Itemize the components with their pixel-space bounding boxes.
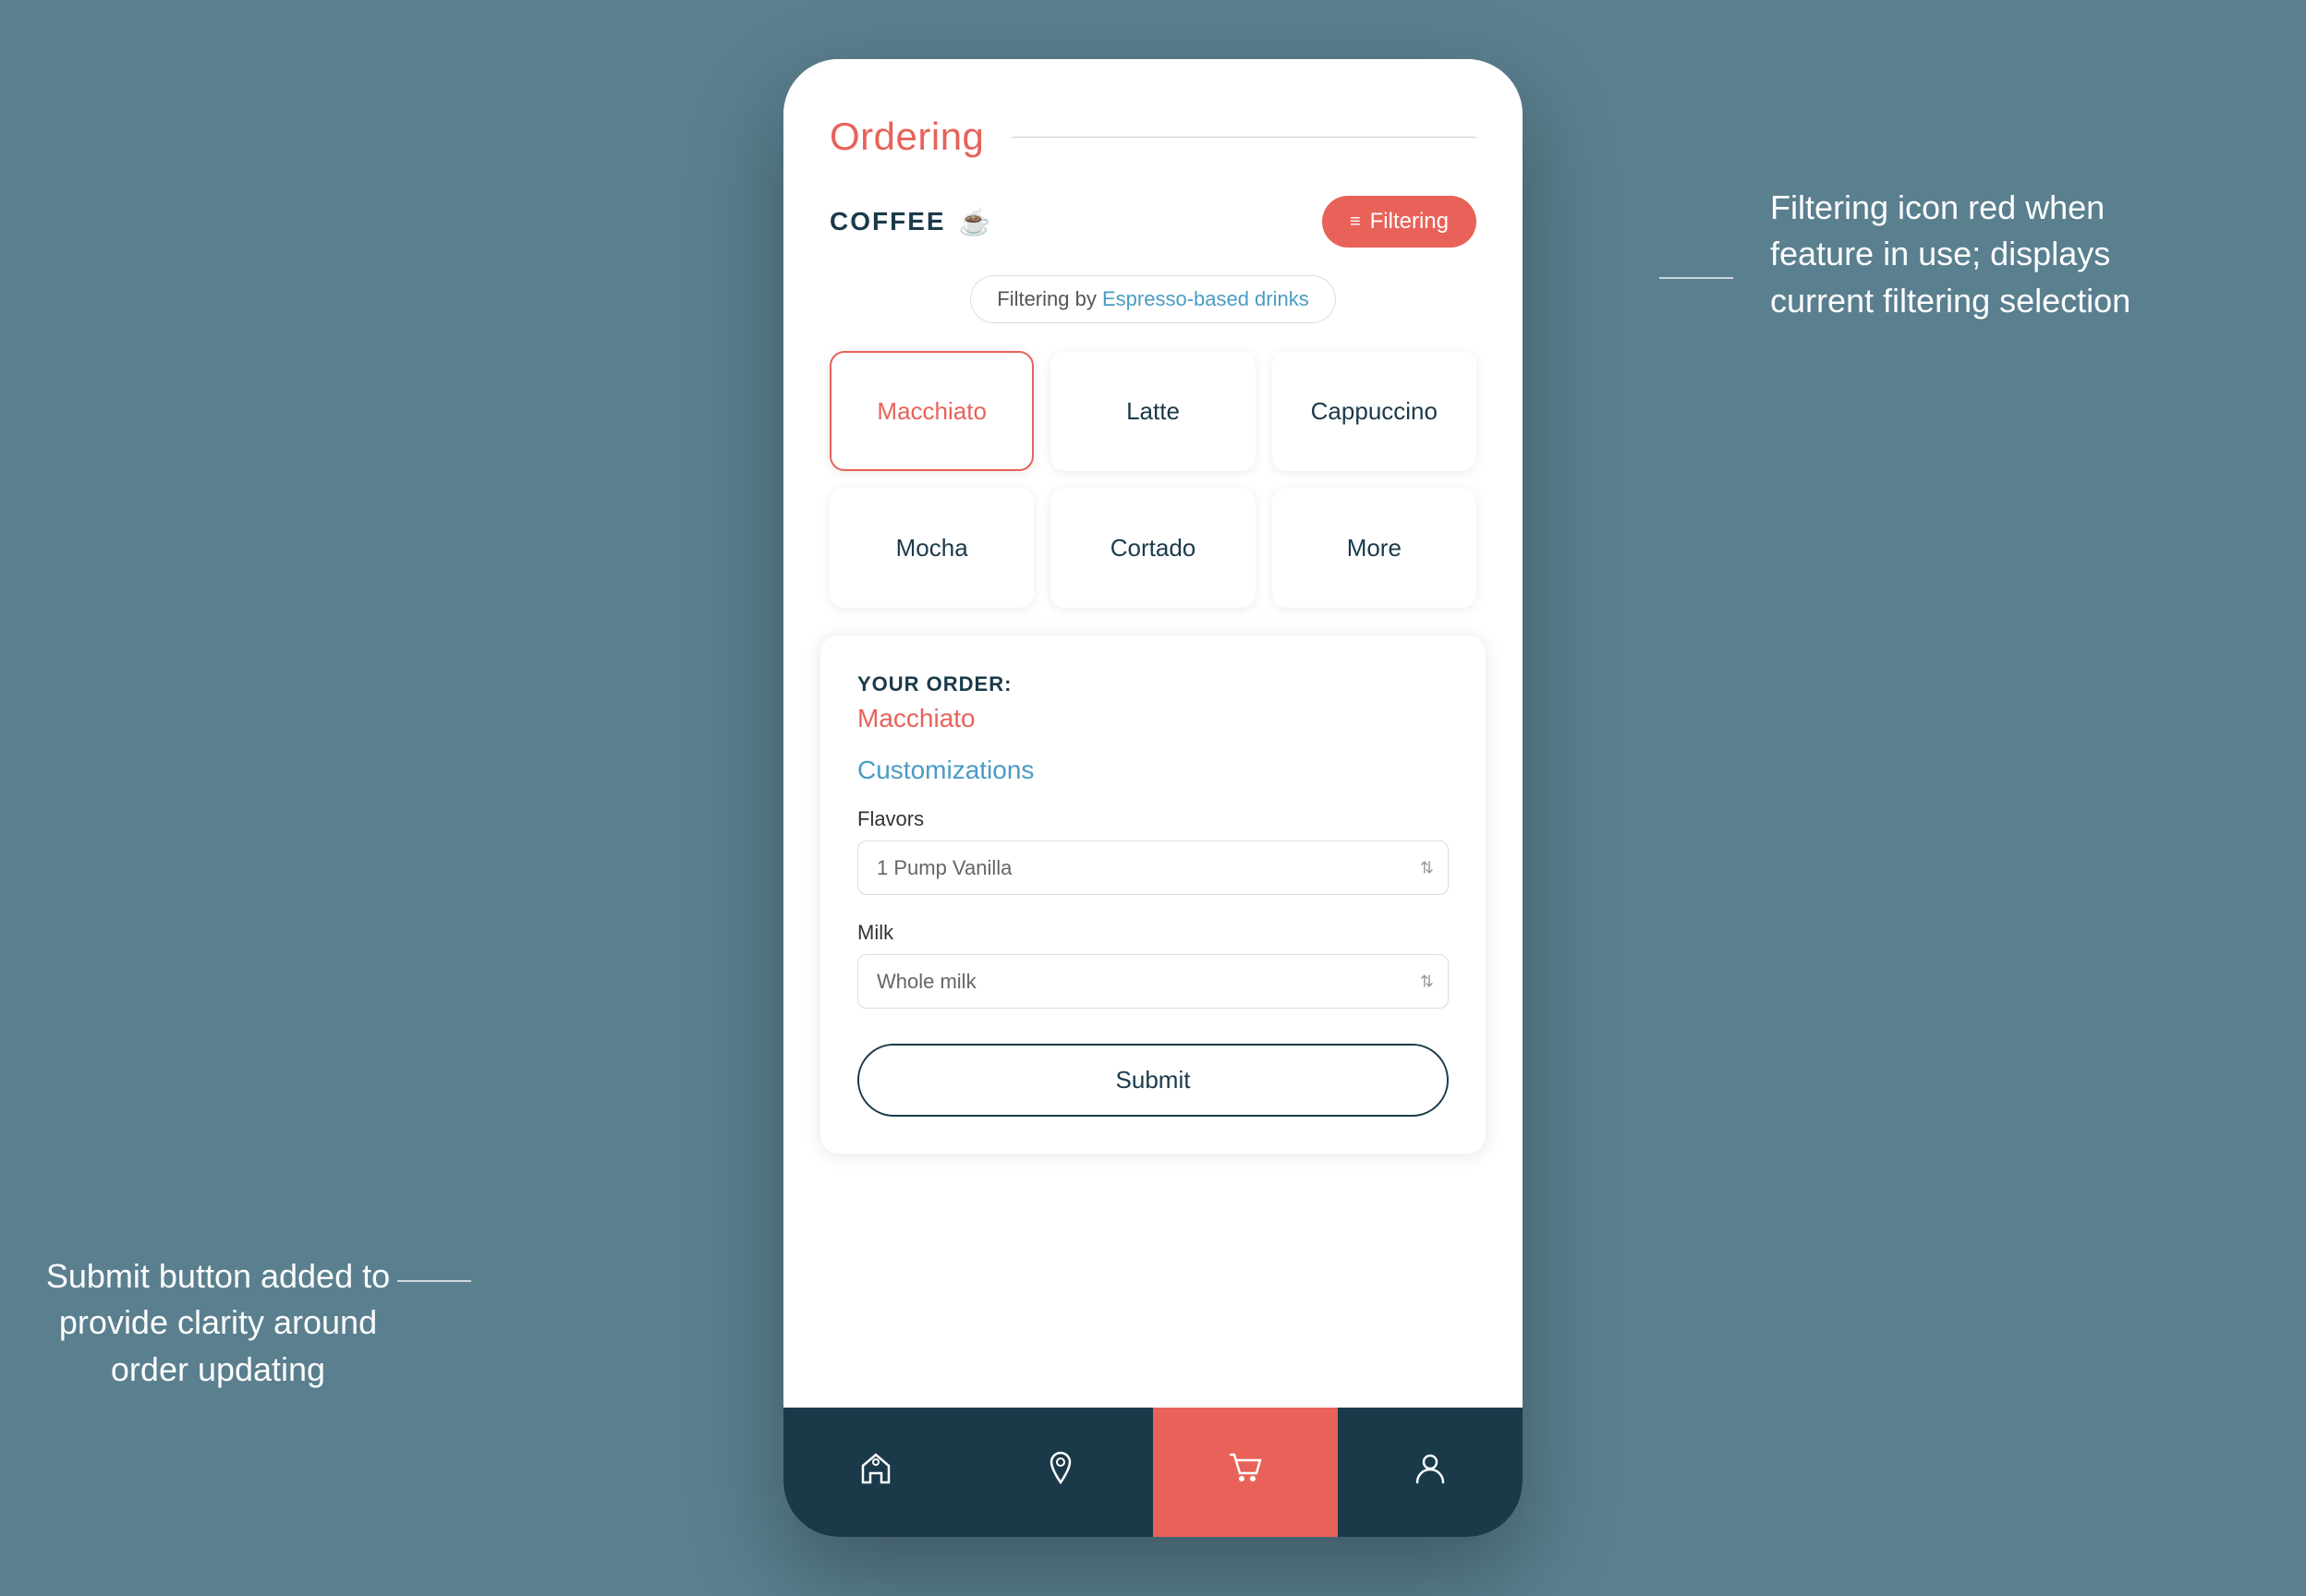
coffee-row: COFFEE ☕ ≡ Filtering [830, 196, 1476, 248]
coffee-label: COFFEE ☕ [830, 207, 992, 237]
profile-icon [1410, 1447, 1450, 1498]
nav-item-cart[interactable] [1153, 1408, 1338, 1537]
location-icon [1040, 1447, 1081, 1498]
cart-icon [1225, 1447, 1266, 1498]
drink-card-mocha[interactable]: Mocha [830, 488, 1034, 608]
coffee-text: COFFEE [830, 207, 946, 236]
ordering-divider [1012, 137, 1476, 138]
drink-card-cortado[interactable]: Cortado [1050, 488, 1255, 608]
filter-button-label: Filtering [1370, 209, 1449, 235]
flavors-wrapper: 1 Pump Vanilla ⇅ [857, 840, 1449, 895]
filter-button[interactable]: ≡ Filtering [1322, 196, 1476, 248]
order-item: Macchiato [857, 704, 1449, 733]
home-icon [856, 1447, 896, 1498]
submit-button[interactable]: Submit [857, 1044, 1449, 1117]
scene: Submit button added to provide clarity a… [0, 0, 2306, 1596]
annotation-right: Filtering icon red when feature in use; … [1770, 185, 2177, 324]
drink-card-more[interactable]: More [1272, 488, 1476, 608]
customizations-title: Customizations [857, 756, 1449, 785]
order-panel: YOUR ORDER: Macchiato Customizations Fla… [820, 635, 1486, 1154]
ordering-header: Ordering [830, 115, 1476, 159]
drink-grid: MacchiatoLatteCappuccino MochaCortadoMore [830, 351, 1476, 608]
milk-select[interactable]: Whole milk [857, 954, 1449, 1009]
flavors-label: Flavors [857, 807, 1449, 831]
ordering-title: Ordering [830, 115, 984, 159]
bottom-nav [783, 1408, 1523, 1537]
filter-value: Espresso-based drinks [1102, 287, 1309, 310]
phone: Ordering COFFEE ☕ ≡ Filtering Filtering … [783, 59, 1523, 1537]
milk-wrapper: Whole milk ⇅ [857, 954, 1449, 1009]
drink-card-macchiato[interactable]: Macchiato [830, 351, 1034, 471]
drink-card-cappuccino[interactable]: Cappuccino [1272, 351, 1476, 471]
filter-badge-container: Filtering by Espresso-based drinks [830, 275, 1476, 323]
annotation-left-line [397, 1280, 471, 1282]
drink-card-latte[interactable]: Latte [1050, 351, 1255, 471]
filter-badge: Filtering by Espresso-based drinks [970, 275, 1336, 323]
milk-label: Milk [857, 921, 1449, 945]
phone-content: Ordering COFFEE ☕ ≡ Filtering Filtering … [783, 59, 1523, 1408]
annotation-left: Submit button added to provide clarity a… [42, 1253, 394, 1393]
nav-item-home[interactable] [783, 1408, 968, 1537]
nav-item-location[interactable] [968, 1408, 1153, 1537]
order-label: YOUR ORDER: [857, 672, 1449, 696]
annotation-right-line [1659, 277, 1733, 279]
flavors-select[interactable]: 1 Pump Vanilla [857, 840, 1449, 895]
nav-item-profile[interactable] [1338, 1408, 1523, 1537]
filter-lines-icon: ≡ [1350, 212, 1361, 233]
coffee-icon: ☕ [959, 207, 993, 237]
filter-prefix: Filtering by [997, 287, 1102, 310]
